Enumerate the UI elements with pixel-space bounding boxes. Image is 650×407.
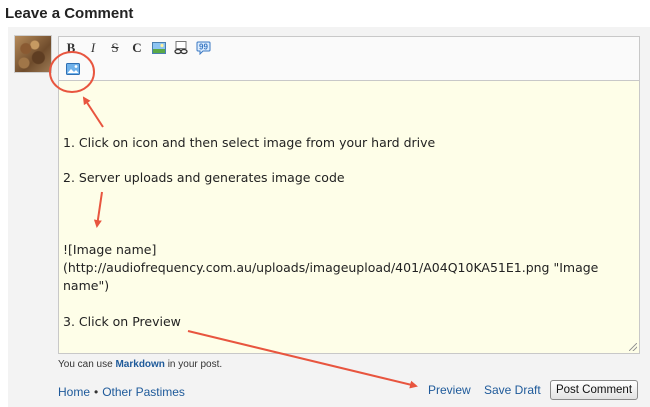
editor-toolbar: B I S C 99 [58,36,640,59]
markdown-hint: You can use Markdown in your post. [58,359,222,370]
link-button[interactable] [171,39,191,57]
hint-prefix: You can use [58,359,116,370]
home-link[interactable]: Home [58,385,90,399]
link-icon [174,41,188,55]
post-comment-button[interactable]: Post Comment [550,380,638,400]
category-link[interactable]: Other Pastimes [102,385,185,399]
strikethrough-button[interactable]: S [105,39,125,57]
svg-text:99: 99 [199,43,208,52]
breadcrumb-separator: • [94,385,99,399]
markdown-link[interactable]: Markdown [115,359,164,370]
editor-line-2: 2. Server uploads and generates image co… [63,170,345,185]
editor-line-1: 1. Click on icon and then select image f… [63,135,436,150]
save-draft-link[interactable]: Save Draft [484,383,541,397]
editor-line-4: 3. Click on Preview [63,314,181,329]
avatar [14,35,52,73]
bold-button[interactable]: B [61,39,81,57]
italic-button[interactable]: I [83,39,103,57]
preview-link[interactable]: Preview [428,383,471,397]
quote-button[interactable]: 99 [193,39,213,57]
comment-textarea[interactable]: 1. Click on icon and then select image f… [58,80,640,354]
editor-line-3: ![Image name](http://audiofrequency.com.… [63,242,599,293]
code-button[interactable]: C [127,39,147,57]
image-upload-button[interactable] [63,60,83,78]
image-insert-button[interactable] [149,39,169,57]
page-heading: Leave a Comment [5,5,134,22]
image-insert-icon [152,42,166,54]
resize-handle[interactable] [629,343,637,351]
image-upload-icon [66,63,80,75]
editor-toolbar-row2 [58,58,640,80]
quote-icon: 99 [196,41,210,55]
breadcrumb: Home • Other Pastimes [58,385,185,399]
hint-suffix: in your post. [164,359,223,370]
